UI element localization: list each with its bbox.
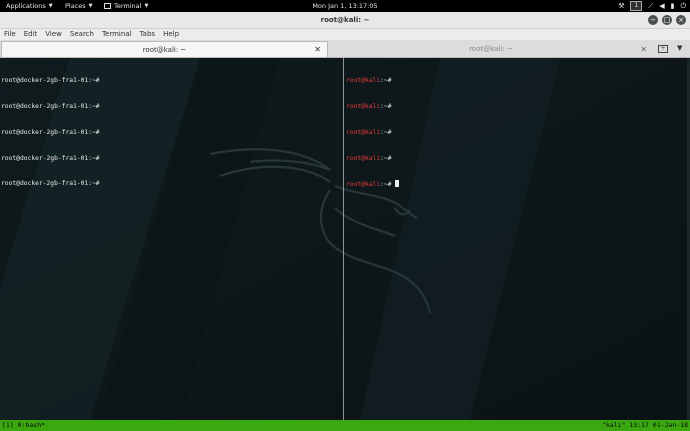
new-tab-icon[interactable]: + [658, 45, 668, 53]
tmux-status-bar: [1] 0:bash* "kali" 13:17 01-Jan-18 [0, 420, 690, 431]
prompt-user: root@kali [346, 102, 381, 110]
menu-search[interactable]: Search [66, 29, 98, 40]
prompt-line: root@kali:~# [346, 129, 686, 138]
menu-view[interactable]: View [41, 29, 66, 40]
prompt-line: root@docker-2gb-fra1-01:~# [1, 180, 100, 188]
prompt-line: root@docker-2gb-fra1-01:~# [1, 154, 100, 162]
menu-bar: File Edit View Search Terminal Tabs Help [0, 29, 690, 40]
close-icon[interactable]: ✕ [314, 45, 321, 54]
window-title: root@kali: ~ [320, 16, 370, 24]
prompt-line: root@kali:~# [346, 155, 686, 164]
close-icon[interactable]: × [676, 15, 686, 25]
window-title-bar[interactable]: root@kali: ~ − □ × [0, 12, 690, 29]
prompt-line: root@docker-2gb-fra1-01:~# [1, 102, 100, 110]
prompt-suffix: :~# [380, 77, 392, 85]
prompt-suffix: :~# [380, 154, 392, 162]
window-controls: − □ × [648, 15, 686, 25]
tab-bar: root@kali: ~ ✕ root@kali: ~ ✕ + ▼ [0, 40, 690, 58]
tmux-status-right: "kali" 13:17 01-Jan-18 [601, 421, 688, 429]
right-terminal-pane[interactable]: root@kali:~# root@kali:~# root@kali:~# r… [346, 60, 686, 207]
tmux-window-list: [1] 0:bash* [2, 421, 46, 429]
power-icon[interactable]: ⏻ [680, 2, 686, 11]
prompt-user: root@kali [346, 77, 381, 85]
terminal-area[interactable]: root@docker-2gb-fra1-01:~# root@docker-2… [0, 58, 690, 420]
workspace-indicator[interactable]: 1 [630, 1, 643, 11]
prompt-user: root@kali [346, 154, 381, 162]
close-icon[interactable]: ✕ [640, 45, 647, 54]
menu-tabs[interactable]: Tabs [136, 29, 160, 40]
volume-icon[interactable]: ◀ [659, 2, 664, 10]
minimize-icon[interactable]: − [648, 15, 658, 25]
prompt-suffix: :~# [380, 102, 392, 110]
menu-terminal[interactable]: Terminal [98, 29, 136, 40]
prompt-line: root@kali:~# [346, 103, 686, 112]
prompt-suffix: :~# [380, 128, 392, 136]
menu-file[interactable]: File [0, 29, 20, 40]
clock[interactable]: Mon Jan 1, 13:17:05 [0, 1, 690, 11]
menu-help[interactable]: Help [159, 29, 183, 40]
network-icon[interactable]: ⟋ [648, 2, 653, 11]
prompt-line: root@docker-2gb-fra1-01:~# [1, 77, 100, 85]
prompt-suffix: :~# [380, 181, 392, 189]
tab-2[interactable]: root@kali: ~ ✕ [329, 41, 653, 57]
prompt-user: root@kali [346, 128, 381, 136]
menu-edit[interactable]: Edit [20, 29, 42, 40]
top-bar: Applications ▼ Places ▼ Terminal ▼ Mon Jan … [0, 0, 690, 12]
prompt-line: root@kali:~# [346, 180, 686, 190]
text-cursor [395, 180, 400, 188]
left-terminal-pane[interactable]: root@docker-2gb-fra1-01:~# root@docker-2… [1, 60, 341, 206]
tools-icon[interactable]: ⚒ [618, 2, 624, 10]
system-tray: ⚒ 1 ⟋ ◀ ▮ ⏻ [618, 1, 686, 11]
prompt-line: root@docker-2gb-fra1-01:~# [1, 128, 100, 136]
tab-list-icon[interactable]: ▼ [677, 44, 682, 52]
prompt-user: root@kali [346, 181, 381, 189]
prompt-line: root@kali:~# [346, 77, 686, 86]
maximize-icon[interactable]: □ [662, 15, 672, 25]
pane-divider[interactable] [343, 58, 344, 420]
tab-label: root@kali: ~ [142, 45, 187, 54]
tab-label: root@kali: ~ [469, 45, 513, 53]
battery-icon[interactable]: ▮ [671, 2, 675, 10]
tab-1[interactable]: root@kali: ~ ✕ [1, 41, 328, 57]
